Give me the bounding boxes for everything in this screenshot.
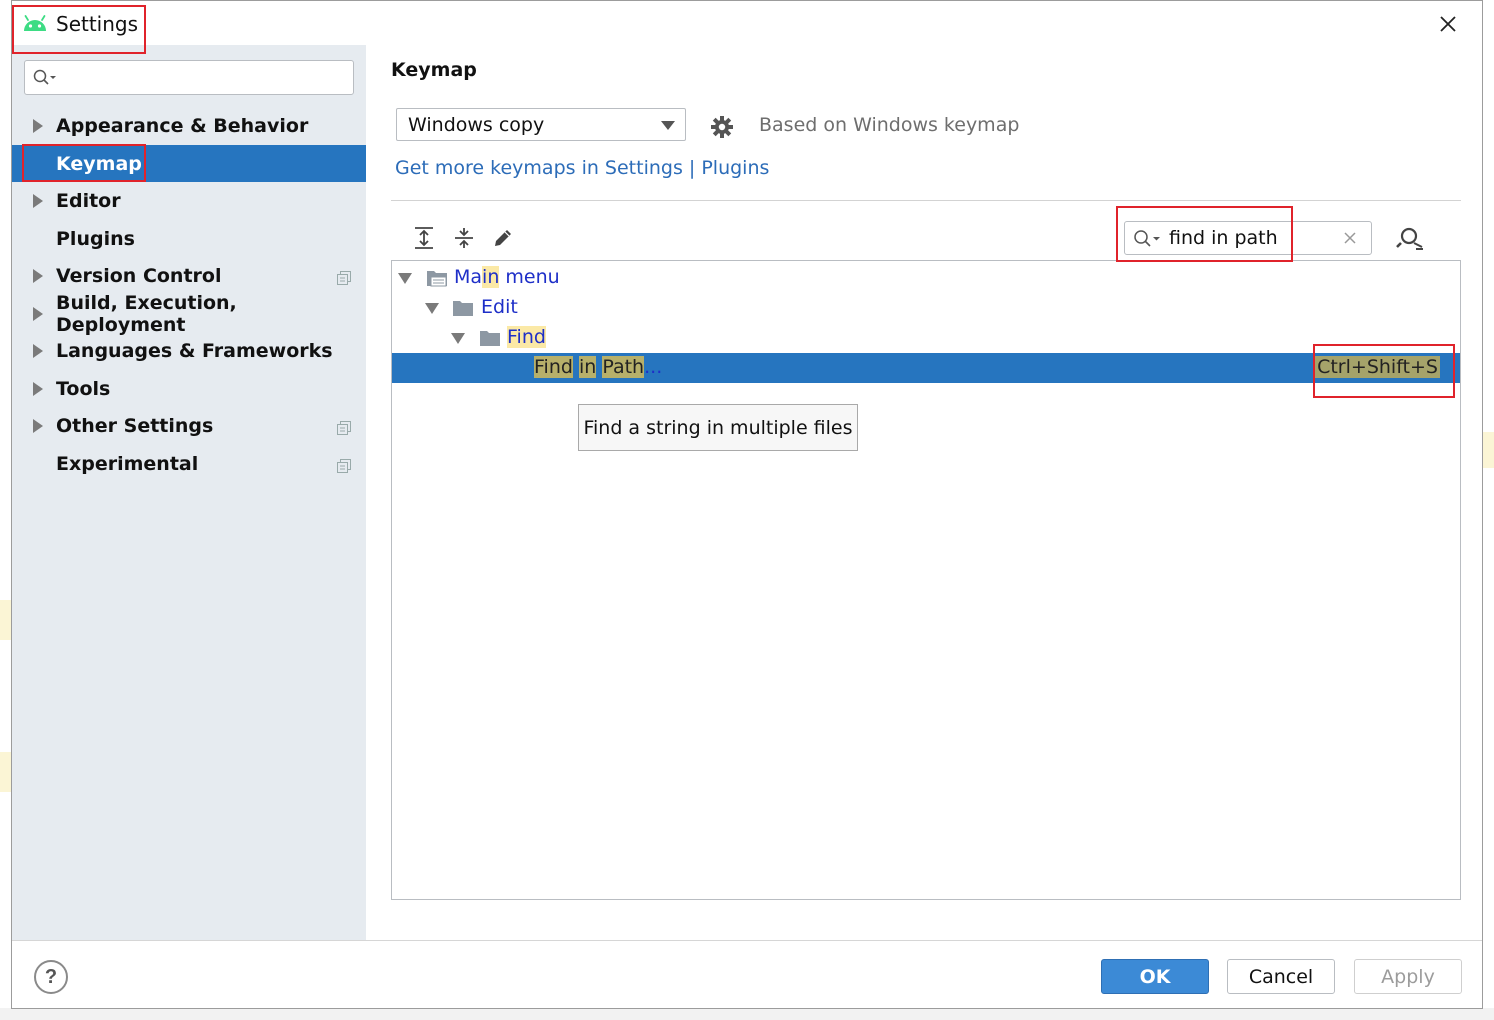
settings-search-box[interactable] bbox=[24, 60, 354, 95]
keymap-scheme-value: Windows copy bbox=[408, 114, 545, 136]
collapse-arrow-icon[interactable] bbox=[398, 273, 412, 284]
ok-button[interactable]: OK bbox=[1101, 959, 1209, 994]
collapse-arrow-icon[interactable] bbox=[451, 333, 465, 344]
tree-node-find[interactable]: Find bbox=[392, 323, 1460, 353]
get-more-keymaps-link[interactable]: Get more keymaps in Settings | Plugins bbox=[395, 157, 769, 179]
label-part: ... bbox=[644, 356, 663, 378]
sidebar-item-tools[interactable]: Tools bbox=[12, 370, 366, 407]
sidebar-item-label: Editor bbox=[56, 189, 121, 212]
expand-arrow-icon[interactable] bbox=[33, 119, 43, 133]
background-highlight bbox=[0, 752, 11, 792]
sidebar-item-other-settings[interactable]: Other Settings bbox=[12, 407, 366, 444]
collapse-arrow-icon[interactable] bbox=[425, 303, 439, 314]
expand-arrow-icon[interactable] bbox=[33, 419, 43, 433]
divider bbox=[391, 200, 1461, 201]
folder-icon bbox=[479, 329, 501, 352]
keymap-actions-tree: Main menu Edit Find Find in Path... Ctrl… bbox=[391, 260, 1461, 900]
sidebar-item-label: Build, Execution, Deployment bbox=[56, 291, 237, 336]
background-ide-right-edge bbox=[1483, 0, 1494, 1020]
settings-dialog: Settings Appearance & Behavior Keymap Ed… bbox=[11, 0, 1483, 1009]
sidebar-item-label: Languages & Frameworks bbox=[56, 339, 333, 362]
background-ide-bottom-edge bbox=[0, 1008, 1494, 1020]
sidebar-item-languages-frameworks[interactable]: Languages & Frameworks bbox=[12, 332, 366, 369]
expand-arrow-icon[interactable] bbox=[33, 269, 43, 283]
keymap-panel: Keymap Windows copy Based on Windows key… bbox=[366, 45, 1482, 940]
background-highlight bbox=[0, 600, 11, 640]
search-highlight: Find bbox=[534, 356, 573, 378]
keymap-scheme-dropdown[interactable]: Windows copy bbox=[396, 108, 686, 141]
tree-node-main-menu[interactable]: Main menu bbox=[392, 263, 1460, 293]
sidebar-item-plugins[interactable]: Plugins bbox=[12, 220, 366, 257]
tree-node-find-in-path[interactable]: Find in Path... Ctrl+Shift+S bbox=[392, 353, 1460, 383]
sidebar-item-label: Plugins bbox=[56, 227, 135, 250]
annotation-box-keymap bbox=[22, 144, 146, 182]
project-settings-icon bbox=[337, 456, 351, 473]
search-highlight: Find bbox=[507, 326, 546, 348]
search-highlight: in bbox=[578, 356, 597, 378]
project-settings-icon bbox=[337, 268, 351, 285]
apply-button[interactable]: Apply bbox=[1354, 959, 1462, 994]
close-icon[interactable] bbox=[1433, 10, 1463, 38]
sidebar-item-appearance-behavior[interactable]: Appearance & Behavior bbox=[12, 107, 366, 144]
label-part: Ma bbox=[454, 266, 483, 288]
background-highlight bbox=[1483, 432, 1494, 468]
sidebar-item-version-control[interactable]: Version Control bbox=[12, 257, 366, 294]
tree-node-label: Edit bbox=[481, 296, 518, 318]
sidebar-item-label: Experimental bbox=[56, 452, 199, 475]
folder-icon bbox=[452, 299, 474, 322]
action-tooltip: Find a string in multiple files bbox=[578, 404, 858, 451]
expand-all-icon[interactable] bbox=[411, 225, 437, 251]
tree-node-label: Main menu bbox=[454, 266, 560, 288]
sidebar-item-label: Tools bbox=[56, 377, 111, 400]
search-highlight: in bbox=[482, 266, 500, 288]
dialog-footer: ? OK Cancel Apply bbox=[12, 940, 1482, 1008]
annotation-box-title bbox=[12, 5, 146, 54]
chevron-down-icon bbox=[661, 121, 675, 130]
cancel-button[interactable]: Cancel bbox=[1227, 959, 1335, 994]
menu-folder-icon bbox=[426, 269, 448, 292]
tree-node-label: Find bbox=[507, 326, 546, 348]
help-button[interactable]: ? bbox=[34, 960, 68, 994]
sidebar-item-label: Version Control bbox=[56, 264, 222, 287]
title-bar: Settings bbox=[12, 1, 1482, 45]
clear-icon[interactable] bbox=[1342, 230, 1358, 251]
tree-node-edit[interactable]: Edit bbox=[392, 293, 1460, 323]
annotation-box-shortcut bbox=[1313, 344, 1455, 398]
page-title: Keymap bbox=[391, 59, 477, 81]
sidebar-item-label: Other Settings bbox=[56, 414, 214, 437]
expand-arrow-icon[interactable] bbox=[33, 194, 43, 208]
search-highlight: Path bbox=[602, 356, 645, 378]
based-on-label: Based on Windows keymap bbox=[759, 114, 1020, 136]
background-ide-left-edge bbox=[0, 0, 11, 1020]
project-settings-icon bbox=[337, 418, 351, 435]
sidebar-item-build-execution-deployment[interactable]: Build, Execution, Deployment bbox=[12, 292, 366, 336]
label-part: menu bbox=[499, 266, 560, 288]
expand-arrow-icon[interactable] bbox=[33, 344, 43, 358]
find-by-shortcut-icon[interactable] bbox=[1396, 225, 1424, 256]
annotation-box-filter bbox=[1116, 206, 1293, 262]
collapse-all-icon[interactable] bbox=[451, 225, 477, 251]
sidebar-item-experimental[interactable]: Experimental bbox=[12, 445, 366, 482]
expand-arrow-icon[interactable] bbox=[33, 307, 43, 321]
settings-search-input[interactable] bbox=[59, 65, 349, 91]
edit-icon[interactable] bbox=[490, 225, 516, 251]
tree-node-label: Find in Path... bbox=[534, 356, 662, 378]
search-icon bbox=[33, 69, 57, 92]
expand-arrow-icon[interactable] bbox=[33, 382, 43, 396]
sidebar-item-label: Appearance & Behavior bbox=[56, 114, 309, 137]
gear-icon[interactable] bbox=[710, 115, 734, 144]
sidebar-item-editor[interactable]: Editor bbox=[12, 182, 366, 219]
